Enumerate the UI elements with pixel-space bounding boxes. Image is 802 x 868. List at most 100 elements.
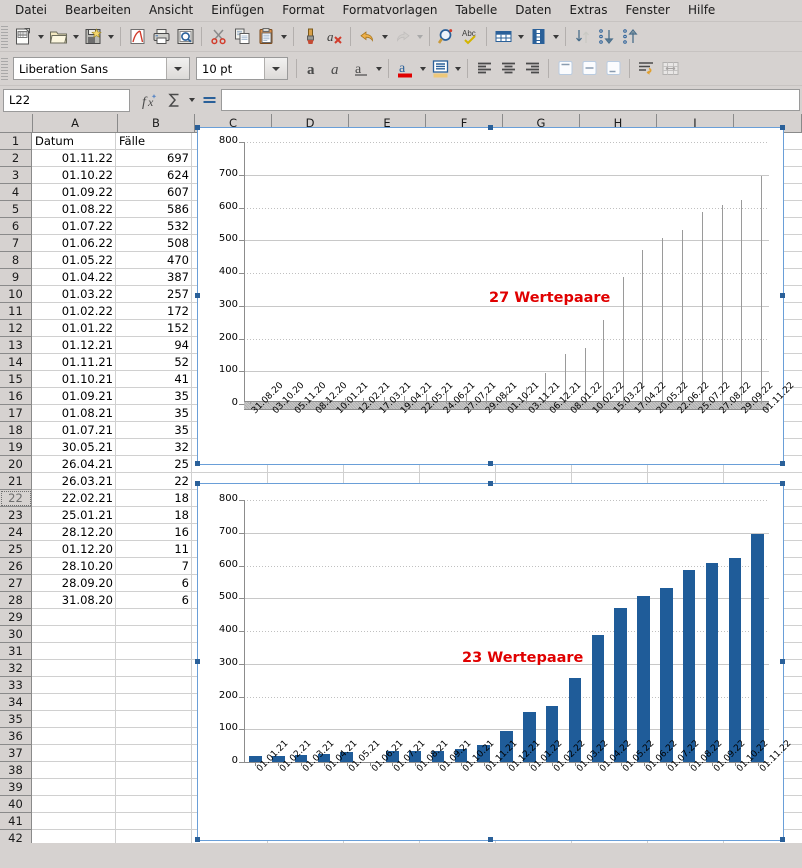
row-header-17[interactable]: 17	[0, 405, 32, 422]
row-header-22[interactable]: 22	[0, 490, 32, 507]
sum-dropdown-icon[interactable]	[186, 88, 197, 112]
cell-a10[interactable]: 01.03.22	[35, 286, 113, 302]
font-name-combo[interactable]: Liberation Sans	[13, 57, 190, 80]
cell-b16[interactable]: 35	[119, 388, 189, 404]
row-header-27[interactable]: 27	[0, 575, 32, 592]
align-right-icon[interactable]	[520, 57, 544, 81]
undo-dropdown-icon[interactable]	[379, 25, 390, 49]
row-header-9[interactable]: 9	[0, 269, 32, 286]
insert-row-dropdown-icon[interactable]	[515, 25, 526, 49]
underline-dropdown-icon[interactable]	[373, 57, 384, 81]
font-size-combo[interactable]: 10 pt	[196, 57, 288, 80]
chart-resize-handle-4[interactable]	[780, 293, 785, 298]
cell-b5[interactable]: 586	[119, 201, 189, 217]
row-header-32[interactable]: 32	[0, 660, 32, 677]
menu-item-einfügen[interactable]: Einfügen	[202, 1, 273, 20]
cell-b6[interactable]: 532	[119, 218, 189, 234]
cell-a28[interactable]: 31.08.20	[35, 592, 113, 608]
column-header-A[interactable]: A	[33, 114, 118, 132]
row-header-15[interactable]: 15	[0, 371, 32, 388]
font-name-dropdown-icon[interactable]	[166, 58, 189, 79]
chart-resize-handle-7[interactable]	[780, 461, 785, 466]
menu-item-format[interactable]: Format	[273, 1, 333, 20]
cell-a6[interactable]: 01.07.22	[35, 218, 113, 234]
row-header-41[interactable]: 41	[0, 813, 32, 830]
row-header-8[interactable]: 8	[0, 252, 32, 269]
menu-item-formatvorlagen[interactable]: Formatvorlagen	[334, 1, 447, 20]
chart-resize-handle-1[interactable]	[488, 481, 493, 486]
row-header-34[interactable]: 34	[0, 694, 32, 711]
bar-01.05.22[interactable]	[642, 250, 643, 404]
toolbar-grip[interactable]	[1, 26, 8, 48]
row-header-30[interactable]: 30	[0, 626, 32, 643]
open-folder-dropdown-icon[interactable]	[70, 25, 81, 49]
cell-b23[interactable]: 18	[119, 507, 189, 523]
cell-b24[interactable]: 16	[119, 524, 189, 540]
cell-a20[interactable]: 26.04.21	[35, 456, 113, 472]
cell-a22[interactable]: 22.02.21	[35, 490, 113, 506]
cell-b20[interactable]: 25	[119, 456, 189, 472]
align-middle-icon[interactable]	[577, 57, 601, 81]
menu-item-extras[interactable]: Extras	[561, 1, 617, 20]
cell-b7[interactable]: 508	[119, 235, 189, 251]
row-header-16[interactable]: 16	[0, 388, 32, 405]
chart-resize-handle-7[interactable]	[780, 837, 785, 842]
align-left-icon[interactable]	[472, 57, 496, 81]
cell-a27[interactable]: 28.09.20	[35, 575, 113, 591]
row-header-4[interactable]: 4	[0, 184, 32, 201]
bar-01.10.22[interactable]	[741, 200, 742, 404]
wrap-text-icon[interactable]	[634, 57, 658, 81]
row-header-35[interactable]: 35	[0, 711, 32, 728]
cell-a1-datum[interactable]: Datum	[35, 133, 113, 149]
cell-b22[interactable]: 18	[119, 490, 189, 506]
cell-a13[interactable]: 01.12.21	[35, 337, 113, 353]
menu-item-datei[interactable]: Datei	[6, 1, 56, 20]
cell-b26[interactable]: 7	[119, 558, 189, 574]
row-header-25[interactable]: 25	[0, 541, 32, 558]
cell-a11[interactable]: 01.02.22	[35, 303, 113, 319]
row-header-31[interactable]: 31	[0, 643, 32, 660]
align-center-icon[interactable]	[496, 57, 520, 81]
row-header-26[interactable]: 26	[0, 558, 32, 575]
bar-01.07.22[interactable]	[682, 230, 683, 404]
cell-b15[interactable]: 41	[119, 371, 189, 387]
bar-01.06.22[interactable]	[637, 596, 650, 762]
row-header-10[interactable]: 10	[0, 286, 32, 303]
scissors-icon[interactable]	[206, 25, 230, 49]
chart-resize-handle-6[interactable]	[488, 837, 493, 842]
cell-b14[interactable]: 52	[119, 354, 189, 370]
bar-01.10.22[interactable]	[729, 558, 742, 762]
cell-a26[interactable]: 28.10.20	[35, 558, 113, 574]
cell-a19[interactable]: 30.05.21	[35, 439, 113, 455]
chart-object-bottom[interactable]: 010020030040050060070080001.01.2101.02.2…	[197, 483, 784, 841]
font-color-dropdown-icon[interactable]	[417, 57, 428, 81]
chart-resize-handle-1[interactable]	[488, 125, 493, 130]
highlight-color-dropdown-icon[interactable]	[452, 57, 463, 81]
chart-resize-handle-5[interactable]	[195, 837, 200, 842]
menu-item-hilfe[interactable]: Hilfe	[679, 1, 724, 20]
row-header-37[interactable]: 37	[0, 745, 32, 762]
sum-icon[interactable]	[162, 88, 186, 112]
chart-resize-handle-3[interactable]	[195, 293, 200, 298]
highlight-color-icon[interactable]	[428, 57, 452, 81]
cell-a15[interactable]: 01.10.21	[35, 371, 113, 387]
cell-b4[interactable]: 607	[119, 184, 189, 200]
row-header-40[interactable]: 40	[0, 796, 32, 813]
cell-b1-faelle[interactable]: Fälle	[119, 133, 189, 149]
bar-01.11.22[interactable]	[761, 176, 762, 404]
font-size-dropdown-icon[interactable]	[264, 58, 287, 79]
chart-resize-handle-4[interactable]	[780, 659, 785, 664]
insert-column-icon[interactable]	[526, 25, 550, 49]
function-wizard-icon[interactable]: fx	[138, 88, 162, 112]
cell-a25[interactable]: 01.12.20	[35, 541, 113, 557]
row-header-21[interactable]: 21	[0, 473, 32, 490]
cell-a7[interactable]: 01.06.22	[35, 235, 113, 251]
bar-01.09.22[interactable]	[706, 563, 719, 762]
cell-b12[interactable]: 152	[119, 320, 189, 336]
font-color-icon[interactable]: a	[393, 57, 417, 81]
save-icon[interactable]	[81, 25, 105, 49]
row-header-13[interactable]: 13	[0, 337, 32, 354]
menu-item-daten[interactable]: Daten	[506, 1, 560, 20]
cell-b10[interactable]: 257	[119, 286, 189, 302]
formula-icon[interactable]	[197, 88, 221, 112]
